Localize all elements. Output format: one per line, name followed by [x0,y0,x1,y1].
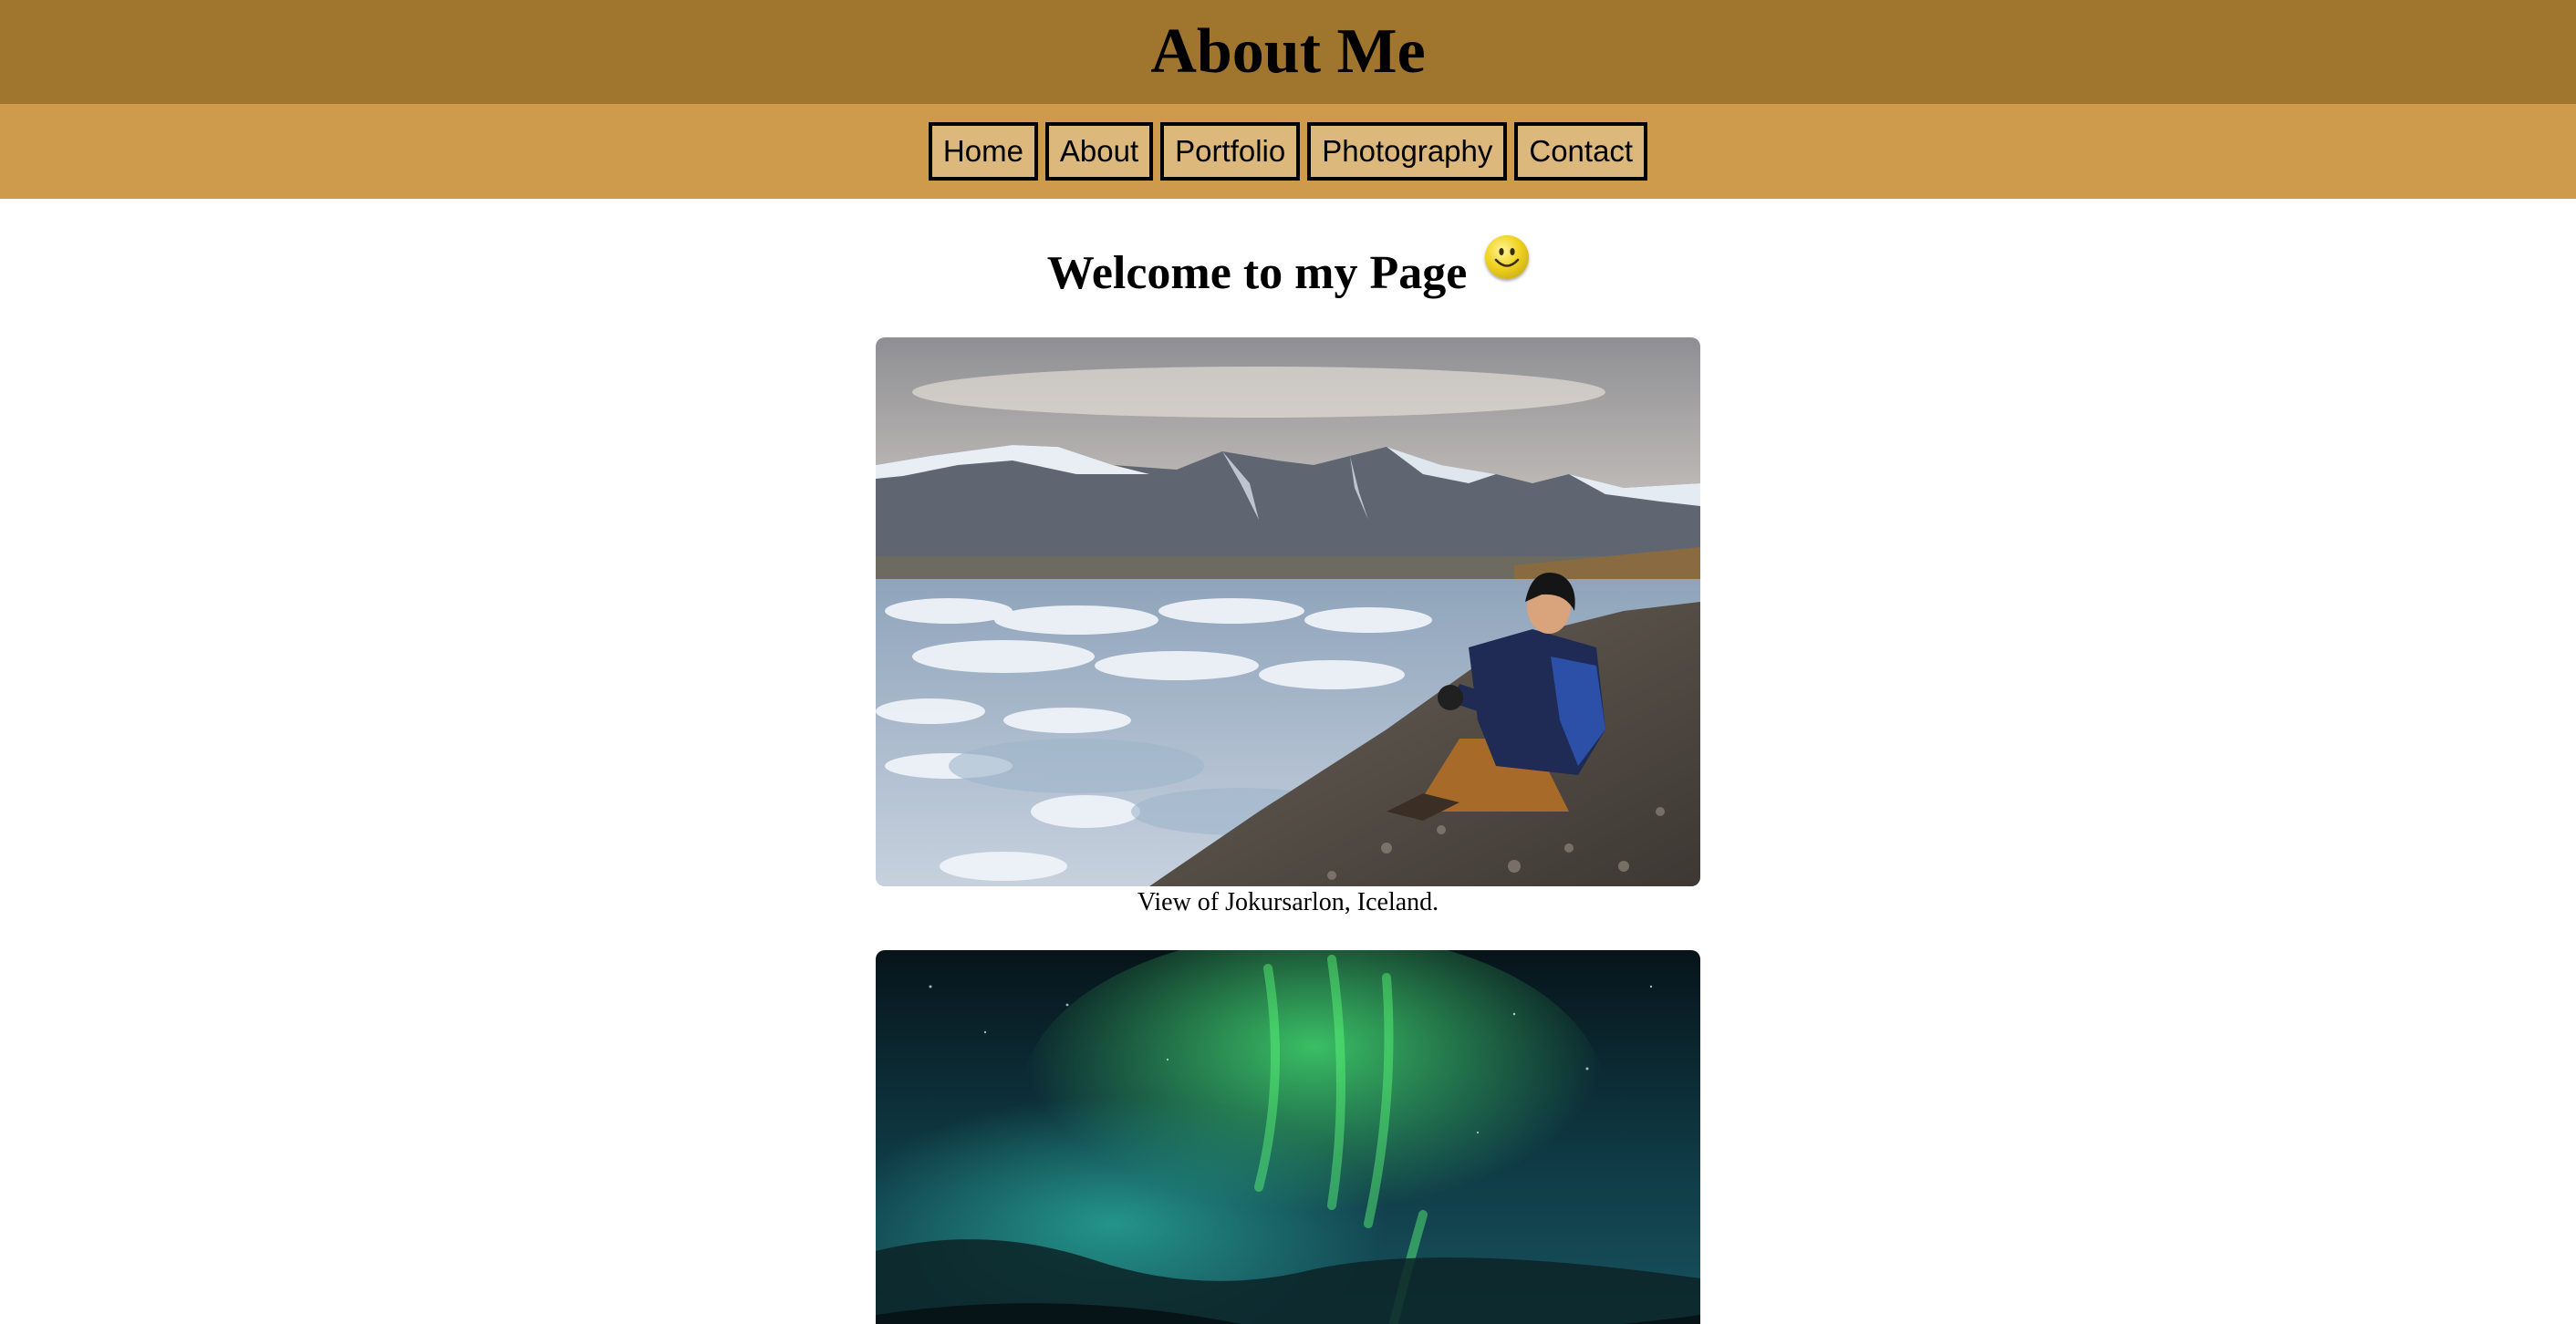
page-title: About Me [1150,16,1426,87]
site-header: About Me [0,0,2576,104]
nav-item-portfolio[interactable]: Portfolio [1160,122,1301,181]
photo-caption-1: View of Jokursarlon, Iceland. [1137,888,1439,916]
nav-item-contact[interactable]: Contact [1514,122,1648,181]
welcome-text: Welcome to my Page [1046,247,1468,299]
main-content: Welcome to my Page View of Jokursarlon, … [0,199,2576,1324]
smiley-face-icon [1485,235,1530,279]
glacier-lagoon-photo [876,337,1700,886]
nav-item-photography[interactable]: Photography [1307,122,1508,181]
photo-figure-1: View of Jokursarlon, Iceland. [876,337,1700,917]
nav-item-about[interactable]: About [1044,122,1154,181]
photo-figure-2 [876,950,1700,1324]
welcome-heading: Welcome to my Page [1046,235,1530,299]
main-nav: Home About Portfolio Photography Contact [0,104,2576,199]
aurora-borealis-photo [876,950,1700,1324]
page: About Me Home About Portfolio Photograph… [0,0,2576,1324]
nav-item-home[interactable]: Home [928,122,1038,181]
